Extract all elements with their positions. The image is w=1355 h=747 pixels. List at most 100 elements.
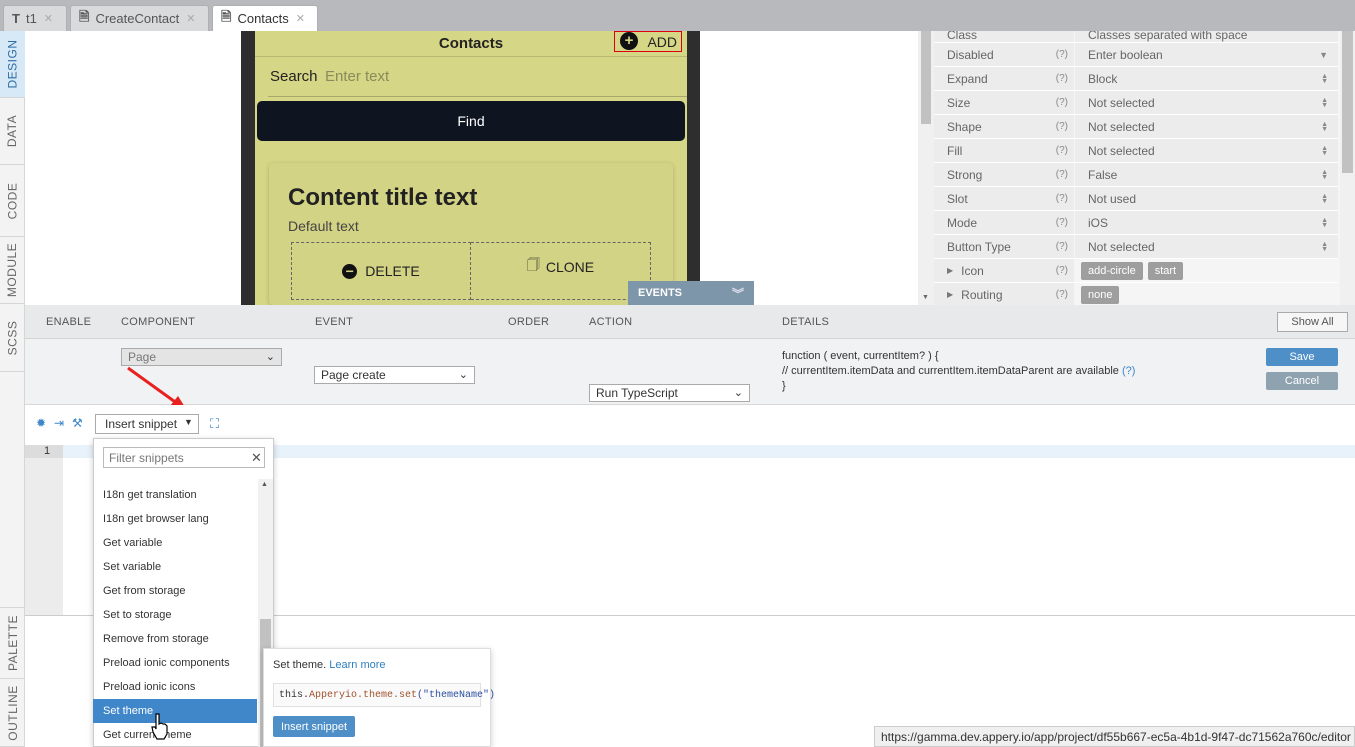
snippet-item[interactable]: Preload ionic icons: [93, 675, 257, 699]
prop-value[interactable]: Not selected ▲ ▼: [1075, 235, 1338, 258]
event-select[interactable]: Page create ⌄: [314, 366, 475, 384]
snippet-item[interactable]: I18n get translation: [93, 483, 257, 507]
search-label: Search: [270, 68, 318, 85]
delete-button[interactable]: − DELETE: [291, 242, 471, 300]
help-icon[interactable]: (?): [1056, 193, 1068, 204]
card-text: Default text: [288, 218, 359, 234]
search-input[interactable]: Enter text: [325, 68, 675, 85]
help-icon[interactable]: (?): [1056, 97, 1068, 108]
details-help-link[interactable]: (?): [1122, 365, 1135, 377]
save-button[interactable]: Save: [1266, 348, 1338, 366]
add-circle-icon: +: [620, 32, 638, 50]
props-scrollbar[interactable]: [1340, 31, 1355, 305]
help-icon[interactable]: (?): [1056, 49, 1068, 60]
insert-snippet-dropdown[interactable]: Insert snippet ▼: [95, 414, 199, 434]
help-icon[interactable]: (?): [1056, 241, 1068, 252]
settings-icon[interactable]: ✹: [36, 416, 46, 430]
action-select[interactable]: Run TypeScript ⌄: [589, 384, 750, 402]
wrench-icon[interactable]: ⚒: [72, 416, 83, 430]
prop-value[interactable]: Not selected ▲ ▼: [1075, 115, 1338, 138]
prop-row-fill: Fill (?) Not selected ▲ ▼: [934, 139, 1338, 163]
col-order: ORDER: [508, 316, 550, 328]
scroll-down-icon[interactable]: ▼: [922, 294, 929, 301]
chevron-down-icon: ⌄: [265, 351, 275, 363]
snippet-item[interactable]: Set to storage: [93, 603, 257, 627]
help-icon[interactable]: (?): [1056, 121, 1068, 132]
page-icon: 🗎: [221, 8, 232, 24]
snippet-item[interactable]: Get variable: [93, 531, 257, 555]
help-icon[interactable]: (?): [1056, 145, 1068, 156]
tab-module[interactable]: MODULE: [0, 237, 25, 304]
close-icon[interactable]: ✕: [186, 12, 195, 25]
details-text: function ( event, currentItem? ) { // cu…: [782, 350, 1136, 392]
tab-palette[interactable]: PALETTE: [0, 607, 25, 679]
events-panel-tab[interactable]: EVENTS ︾: [628, 281, 754, 305]
close-icon[interactable]: ✕: [296, 12, 305, 25]
tab-data[interactable]: DATA: [0, 98, 25, 165]
col-enable: ENABLE: [46, 316, 92, 328]
expand-arrow-icon[interactable]: ▶: [947, 266, 953, 275]
scrollbar-thumb[interactable]: [1342, 31, 1353, 173]
help-icon[interactable]: (?): [1056, 169, 1068, 180]
prop-value[interactable]: Not selected ▲ ▼: [1075, 91, 1338, 114]
show-all-button[interactable]: Show All: [1277, 312, 1348, 332]
cancel-button[interactable]: Cancel: [1266, 372, 1338, 390]
page-icon: 🗎: [79, 8, 90, 24]
snippet-item[interactable]: Set variable: [93, 555, 257, 579]
expand-arrow-icon[interactable]: ▶: [947, 290, 953, 299]
prop-row-strong: Strong (?) False ▲ ▼: [934, 163, 1338, 187]
snippet-item[interactable]: Set theme: [93, 699, 257, 723]
tab-t1[interactable]: T t1 ✕: [3, 5, 67, 31]
find-button[interactable]: Find: [257, 101, 685, 141]
updown-icon: ▲ ▼: [1321, 240, 1328, 253]
canvas-scrollbar[interactable]: ▼: [918, 31, 934, 305]
prop-row-mode: Mode (?) iOS ▲ ▼: [934, 211, 1338, 235]
scrollbar-thumb[interactable]: [921, 31, 931, 124]
col-component: COMPONENT: [121, 316, 196, 328]
snippet-item[interactable]: Remove from storage: [93, 627, 257, 651]
help-icon[interactable]: (?): [1056, 73, 1068, 84]
icon-chip-start[interactable]: start: [1147, 261, 1184, 280]
clear-icon[interactable]: ✕: [251, 450, 262, 466]
collapse-chevrons-icon[interactable]: ︾: [732, 285, 744, 302]
routing-chip-none[interactable]: none: [1081, 285, 1120, 304]
tab-createcontact[interactable]: 🗎 CreateContact ✕: [70, 5, 209, 31]
divider: [268, 96, 687, 97]
updown-icon: ▲ ▼: [1321, 216, 1328, 229]
learn-more-link[interactable]: Learn more: [329, 659, 385, 671]
prop-value[interactable]: iOS ▲ ▼: [1075, 211, 1338, 234]
snippet-item[interactable]: Get from storage: [93, 579, 257, 603]
tab-outline[interactable]: OUTLINE: [0, 679, 25, 747]
col-details: DETAILS: [782, 316, 830, 328]
clone-button[interactable]: 🗍 CLONE: [471, 242, 651, 300]
snippet-item[interactable]: Get current theme: [93, 723, 257, 747]
prop-row-button-type: Button Type (?) Not selected ▲ ▼: [934, 235, 1338, 259]
icon-chip-add-circle[interactable]: add-circle: [1081, 261, 1143, 280]
scroll-up-icon[interactable]: ▲: [261, 481, 268, 488]
prop-row-routing: ▶ Routing (?) none: [934, 283, 1338, 307]
fullscreen-icon[interactable]: ⛶: [210, 416, 219, 432]
snippet-item[interactable]: Preload ionic components: [93, 651, 257, 675]
add-button[interactable]: + ADD: [614, 31, 682, 52]
prop-value[interactable]: Enter boolean ▼: [1075, 43, 1338, 66]
indent-icon[interactable]: ⇥: [54, 416, 64, 430]
snippet-item[interactable]: I18n get browser lang: [93, 507, 257, 531]
prop-row-slot: Slot (?) Not used ▲ ▼: [934, 187, 1338, 211]
caret-down-icon: ▼: [1319, 49, 1328, 60]
prop-value[interactable]: Not used ▲ ▼: [1075, 187, 1338, 210]
prop-value[interactable]: False ▲ ▼: [1075, 163, 1338, 186]
tab-contacts[interactable]: 🗎 Contacts ✕: [212, 5, 318, 31]
updown-icon: ▲ ▼: [1321, 120, 1328, 133]
insert-snippet-button[interactable]: Insert snippet: [273, 716, 355, 737]
prop-value[interactable]: Block ▲ ▼: [1075, 67, 1338, 90]
prop-value[interactable]: Not selected ▲ ▼: [1075, 139, 1338, 162]
tab-design[interactable]: DESIGN: [0, 31, 25, 98]
tab-scss[interactable]: SCSS: [0, 304, 25, 372]
tab-code[interactable]: CODE: [0, 165, 25, 237]
help-icon[interactable]: (?): [1056, 217, 1068, 228]
status-url: https://gamma.dev.appery.io/app/project/…: [874, 726, 1355, 747]
filter-snippets-input[interactable]: Filter snippets ✕: [103, 447, 265, 468]
updown-icon: ▲ ▼: [1321, 192, 1328, 205]
close-icon[interactable]: ✕: [44, 12, 53, 25]
updown-icon: ▲ ▼: [1321, 96, 1328, 109]
